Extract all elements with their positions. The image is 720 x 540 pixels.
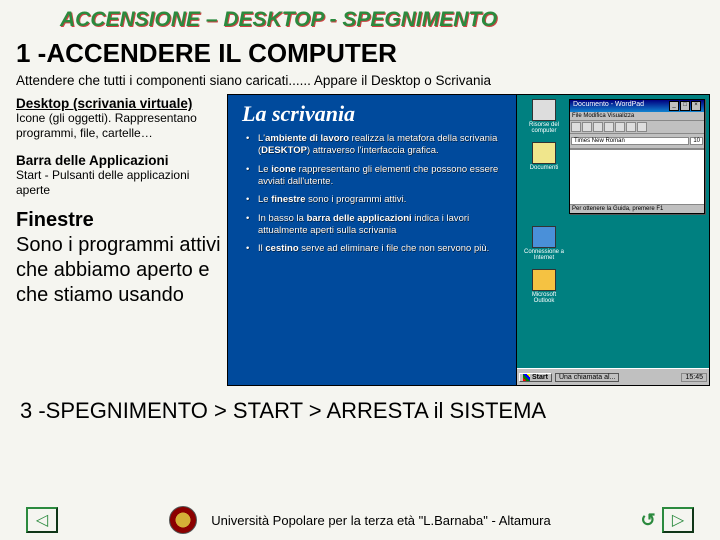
window-title: Documento - WordPad (573, 101, 644, 111)
left-desc-2: Start - Pulsanti delle applicazioni aper… (16, 168, 221, 198)
prev-button[interactable]: ◁ (26, 507, 58, 533)
font-row: Times New Roman 10 (570, 134, 704, 149)
slide-subtext: Attendere che tutti i componenti siano c… (0, 73, 720, 94)
desktop-icon: Risorse del computer (523, 99, 565, 134)
loop-icon[interactable]: ↺ (636, 510, 660, 530)
desktop-icon: Connessione a Internet (523, 226, 565, 261)
font-select: Times New Roman (571, 137, 689, 145)
desktop-icons-column: Risorse del computer Documenti Connessio… (523, 99, 565, 312)
mini-desktop: Risorse del computer Documenti Connessio… (516, 95, 709, 385)
documents-icon (532, 142, 556, 164)
minimize-icon: _ (669, 101, 679, 111)
bullet-item: Il cestino serve ad eliminare i file che… (252, 243, 506, 255)
window-titlebar: Documento - WordPad _ □ × (570, 100, 704, 112)
wordpad-window: Documento - WordPad _ □ × File Modifica … (569, 99, 705, 214)
outlook-icon (532, 269, 556, 291)
bullet-item: Le finestre sono i programmi attivi. (252, 194, 506, 206)
bullet-item: L'ambiente di lavoro realizza la metafor… (252, 133, 506, 158)
left-column: Desktop (scrivania virtuale) Icone (gli … (16, 94, 221, 386)
start-button: Start (519, 373, 552, 382)
toolbar (570, 121, 704, 134)
bullet-item: Le icone rappresentano gli elementi che … (252, 164, 506, 189)
desktop-icon: Microsoft Outlook (523, 269, 565, 304)
screenshot-title: La scrivania (242, 101, 506, 127)
next-button[interactable]: ▷ (662, 507, 694, 533)
content-row: Desktop (scrivania virtuale) Icone (gli … (0, 94, 720, 386)
left-title-3: Finestre Sono i programmi attivi che abb… (16, 208, 221, 308)
slide-title: ACCENSIONE – DESKTOP - SPEGNIMENTO (0, 0, 720, 36)
crest-icon (169, 506, 197, 534)
internet-icon (532, 226, 556, 248)
windows-flag-icon (523, 374, 530, 381)
status-bar: Per ottenere la Guida, premere F1 (570, 204, 704, 213)
taskbar: Start Una chiamata al... 15:45 (517, 368, 709, 385)
footer-text: Università Popolare per la terza età "L.… (211, 513, 550, 528)
screenshot-text-pane: La scrivania L'ambiente di lavoro realiz… (228, 95, 516, 385)
maximize-icon: □ (680, 101, 690, 111)
bullet-item: In basso la barra delle applicazioni ind… (252, 213, 506, 238)
computer-icon (532, 99, 556, 121)
taskbar-clock: 15:45 (681, 373, 707, 382)
desktop-icon: Documenti (523, 142, 565, 171)
menu-bar: File Modifica Visualizza (570, 112, 704, 121)
size-select: 10 (690, 137, 703, 145)
slide-bottom-line: 3 -SPEGNIMENTO > START > ARRESTA il SIST… (0, 386, 720, 426)
slide-heading: 1 -ACCENDERE IL COMPUTER (0, 36, 720, 73)
embedded-screenshot: La scrivania L'ambiente di lavoro realiz… (227, 94, 710, 386)
left-title-1: Desktop (scrivania virtuale) (16, 96, 221, 111)
taskbar-task: Una chiamata al... (555, 373, 619, 382)
close-icon: × (691, 101, 701, 111)
left-desc-1: Icone (gli oggetti). Rappresentano progr… (16, 111, 221, 141)
document-area (570, 149, 704, 204)
left-title-2: Barra delle Applicazioni (16, 153, 221, 168)
slide-footer: ◁ Università Popolare per la terza età "… (0, 506, 720, 534)
